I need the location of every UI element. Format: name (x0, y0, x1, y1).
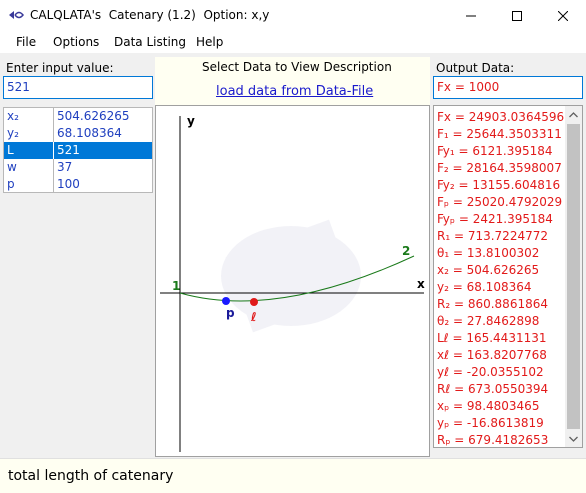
maximize-button[interactable] (494, 0, 540, 31)
center-heading: Select Data to View Description (202, 60, 392, 74)
maximize-icon (512, 10, 522, 21)
scroll-up-button[interactable] (565, 106, 582, 123)
column-divider (53, 108, 54, 125)
point-l-label: ℓ (250, 310, 257, 324)
row-key: x₂ (7, 109, 19, 123)
window-title: CALQLATA's Catenary (1.2) Option: x,y (30, 8, 270, 22)
load-data-link[interactable]: load data from Data-File (216, 84, 373, 99)
output-line: y₂ = 68.108364 (437, 280, 532, 294)
output-line: Fy₂ = 13155.604816 (437, 178, 561, 192)
status-bar: total length of catenary (0, 458, 586, 493)
output-line: xₚ = 98.4803465 (437, 399, 540, 413)
title-bar: CALQLATA's Catenary (1.2) Option: x,y (0, 0, 586, 31)
table-row[interactable]: x₂ 504.626265 (4, 108, 152, 125)
row-value: 100 (57, 177, 80, 191)
output-line: F₁ = 25644.3503311 (437, 127, 562, 141)
input-label: Enter input value: (6, 61, 114, 75)
row-key: p (7, 177, 15, 191)
point-l-marker (250, 298, 258, 306)
output-line: x₂ = 504.626265 (437, 263, 540, 277)
output-line: R₂ = 860.8861864 (437, 297, 548, 311)
table-row[interactable]: p 100 (4, 176, 152, 193)
output-line: Fyₚ = 2421.395184 (437, 212, 553, 226)
row-value: 37 (57, 160, 73, 174)
x-axis-label: x (417, 277, 425, 291)
app-icon (9, 11, 24, 19)
scroll-down-button[interactable] (565, 430, 582, 447)
chevron-up-icon (569, 111, 578, 117)
row-key: y₂ (7, 126, 19, 140)
point-p-label: p (226, 306, 235, 320)
plot-canvas: y x 1 2 p ℓ (160, 114, 425, 452)
output-scrollbar[interactable] (565, 106, 582, 447)
output-line: Fx = 24903.0364596 (437, 110, 565, 124)
output-line: Rℓ = 673.0550394 (437, 382, 549, 396)
input-data-table: x₂ 504.626265 y₂ 68.108364 L 521 w 37 p … (3, 107, 153, 193)
row-value: 68.108364 (57, 126, 122, 140)
output-line: yℓ = -20.0355102 (437, 365, 544, 379)
point-2-label: 2 (402, 244, 410, 258)
menu-file[interactable]: File (16, 35, 36, 49)
output-line: θ₂ = 27.8462898 (437, 314, 540, 328)
output-line: yₚ = -16.8613819 (437, 416, 544, 430)
menu-bar: File Options Data Listing Help (0, 31, 586, 53)
y-axis-label: y (187, 114, 195, 128)
table-row-selected[interactable]: L 521 (4, 142, 152, 159)
output-line: θ₁ = 13.8100302 (437, 246, 540, 260)
status-text: total length of catenary (8, 468, 174, 484)
output-line: Fy₁ = 6121.395184 (437, 144, 553, 158)
watermark-logo (221, 219, 361, 333)
row-key: L (7, 143, 14, 157)
table-row[interactable]: w 37 (4, 159, 152, 176)
column-divider (53, 142, 54, 159)
output-line: Rₚ = 679.4182653 (437, 433, 549, 447)
column-divider (53, 125, 54, 142)
close-icon (558, 10, 568, 21)
output-line: Fₚ = 25020.4792029 (437, 195, 563, 209)
row-value: 504.626265 (57, 109, 130, 123)
column-divider (53, 176, 54, 193)
output-line: R₁ = 713.7224772 (437, 229, 548, 243)
center-header: Select Data to View Description load dat… (155, 57, 430, 105)
scroll-thumb[interactable] (567, 124, 580, 429)
point-1-label: 1 (172, 279, 180, 293)
row-key: w (7, 160, 17, 174)
output-line: Lℓ = 165.4431131 (437, 331, 547, 345)
row-value: 521 (57, 143, 80, 157)
output-value-field[interactable]: Fx = 1000 (433, 76, 583, 99)
point-p-marker (222, 297, 230, 305)
menu-data-listing[interactable]: Data Listing (114, 35, 186, 49)
catenary-plot: y x 1 2 p ℓ (155, 105, 430, 457)
input-value-field[interactable]: 521 (3, 76, 153, 99)
output-line: xℓ = 163.8207768 (437, 348, 547, 362)
menu-help[interactable]: Help (196, 35, 223, 49)
minimize-icon (466, 15, 476, 16)
output-list[interactable]: Fx = 24903.0364596 F₁ = 25644.3503311 Fy… (433, 105, 583, 448)
minimize-button[interactable] (448, 0, 494, 31)
chevron-down-icon (569, 436, 578, 442)
close-button[interactable] (540, 0, 586, 31)
output-label: Output Data: (436, 61, 515, 75)
column-divider (53, 159, 54, 176)
output-line: F₂ = 28164.3598007 (437, 161, 562, 175)
table-row[interactable]: y₂ 68.108364 (4, 125, 152, 142)
menu-options[interactable]: Options (53, 35, 99, 49)
